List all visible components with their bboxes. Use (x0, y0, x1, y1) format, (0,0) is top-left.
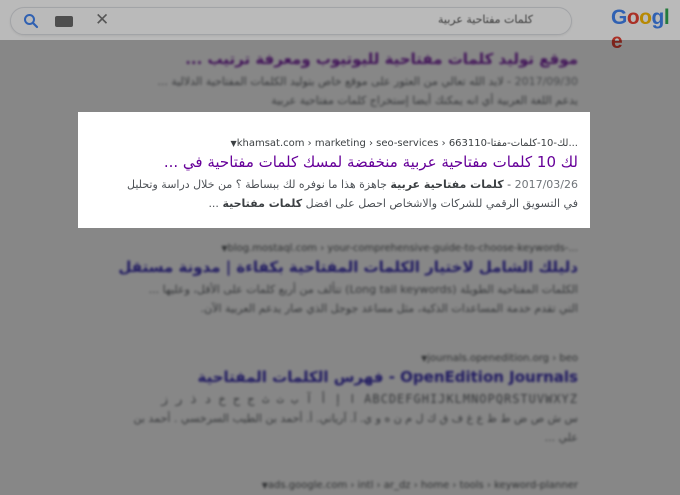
result-snippet: 2017/03/26 - كلمات مفتاحية عربية جاهزة ه… (127, 178, 578, 210)
dim-overlay (590, 112, 680, 228)
snippet-text: في التسويق الرقمي للشركات والاشخاص احصل … (302, 197, 578, 210)
keyboard-icon[interactable] (55, 16, 73, 27)
result-breadcrumb[interactable]: ▼khamsat.com › marketing › seo-services … (78, 138, 578, 149)
logo-letter: g (651, 6, 665, 29)
logo-letter: o (626, 6, 640, 29)
logo-letter: o (639, 6, 652, 29)
logo-letter: l (663, 6, 670, 29)
search-box[interactable]: ✕ كلمات مفتاحية عربية (10, 7, 572, 35)
snippet-text: ... (208, 197, 223, 210)
close-icon[interactable]: ✕ (95, 10, 109, 30)
snippet-bold: كلمات مفتاحية (222, 197, 303, 210)
search-icon[interactable] (23, 13, 39, 29)
snippet-text: جاهزة هذا ما نوفره لك ببساطة ؟ من خلال د… (127, 178, 391, 191)
result-date: 2017/03/26 (514, 178, 578, 191)
highlighted-result: ▼khamsat.com › marketing › seo-services … (78, 112, 590, 228)
snippet-bold: كلمات مفتاحية عربية (390, 178, 504, 191)
dim-overlay (0, 228, 680, 495)
search-input[interactable]: كلمات مفتاحية عربية (438, 13, 533, 26)
result-title-link[interactable]: لك 10 كلمات مفتاحية عربية منخفضة لمسك كل… (78, 153, 578, 171)
dim-overlay (0, 40, 680, 112)
breadcrumb-text: khamsat.com › marketing › seo-services ›… (236, 138, 578, 149)
dim-overlay (0, 112, 78, 228)
logo-letter: G (611, 6, 627, 29)
top-bar: ✕ كلمات مفتاحية عربية Google (0, 0, 680, 53)
